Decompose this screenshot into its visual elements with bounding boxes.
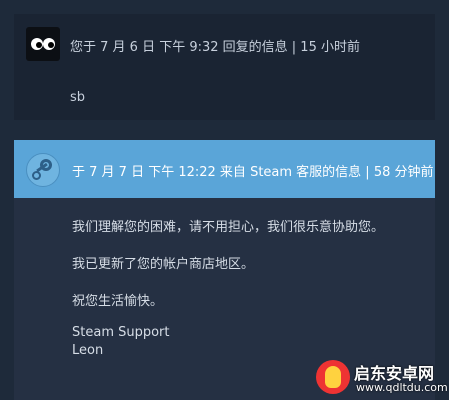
steam-message-line: 我们理解您的困难，请不用担心，我们很乐意协助您。 — [72, 220, 385, 235]
steam-signature-name: Leon — [72, 343, 104, 358]
watermark-logo-icon — [316, 360, 350, 394]
user-reply-meta: 您于 7 月 6 日 下午 9:32 回复的信息 | 15 小时前 — [70, 40, 360, 55]
steam-signature-team: Steam Support — [72, 325, 170, 340]
steam-message-meta: 于 7 月 7 日 下午 12:22 来自 Steam 客服的信息 | 58 分… — [72, 165, 434, 180]
user-reply-body: sb — [70, 90, 86, 105]
watermark: 启东安卓网 www.qdltdu.com — [316, 358, 449, 400]
user-avatar[interactable] — [26, 27, 60, 61]
steam-message-line: 我已更新了您的帐户商店地区。 — [72, 257, 255, 272]
steam-message-header: 于 7 月 7 日 下午 12:22 来自 Steam 客服的信息 | 58 分… — [14, 140, 435, 198]
avatar-pupil-right — [48, 42, 54, 48]
watermark-url: www.qdltdu.com — [356, 381, 448, 394]
avatar-pupil-left — [36, 42, 42, 48]
steam-message-line: 祝您生活愉快。 — [72, 294, 164, 309]
user-reply-message: 您于 7 月 6 日 下午 9:32 回复的信息 | 15 小时前 sb — [14, 14, 435, 120]
steam-logo-icon — [26, 153, 60, 187]
support-ticket-page: 您于 7 月 6 日 下午 9:32 回复的信息 | 15 小时前 sb 于 7… — [0, 0, 449, 400]
